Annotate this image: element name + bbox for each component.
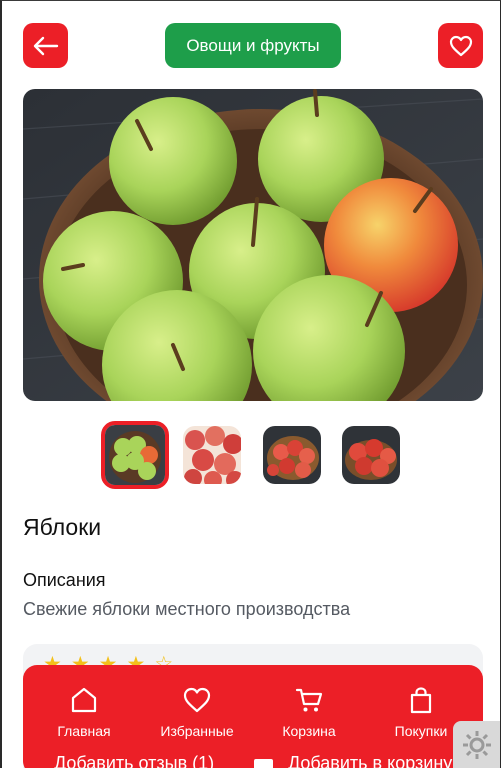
- favorite-button[interactable]: [438, 23, 483, 68]
- description-heading: Описания: [23, 570, 106, 590]
- gallery-thumb[interactable]: [101, 421, 169, 489]
- add-to-cart-link[interactable]: Добавить в корзину: [288, 753, 452, 768]
- image-gallery: [2, 421, 500, 489]
- product-main-image: [23, 89, 483, 401]
- gallery-thumb[interactable]: [183, 426, 241, 484]
- product-title: Яблоки: [23, 514, 102, 540]
- category-button[interactable]: Овощи и фрукты: [165, 23, 341, 68]
- heart-icon: [449, 35, 472, 56]
- gallery-thumb[interactable]: [342, 426, 400, 484]
- heart-icon: [183, 687, 211, 713]
- review-actions-row: Добавить отзыв (1) Добавить в корзину: [2, 751, 500, 768]
- home-icon: [71, 687, 97, 713]
- app-screen: Овощи и фрукты Яблоки Описания Свежие яб…: [0, 0, 501, 768]
- gallery-thumb[interactable]: [263, 426, 321, 484]
- nav-label: Покупки: [394, 723, 448, 739]
- settings-button[interactable]: [453, 721, 500, 768]
- nav-label: Корзина: [282, 723, 336, 739]
- arrow-left-icon: [33, 36, 58, 55]
- nav-item-home[interactable]: Главная: [34, 685, 134, 739]
- add-review-link[interactable]: Добавить отзыв (1): [54, 753, 214, 768]
- nav-item-cart[interactable]: Корзина: [259, 685, 359, 739]
- gear-icon: [463, 731, 491, 759]
- top-bar: Овощи и фрукты: [2, 1, 500, 89]
- category-label: Овощи и фрукты: [186, 35, 320, 55]
- add-to-cart-checkbox[interactable]: [254, 759, 273, 768]
- nav-label: Избранные: [160, 723, 234, 739]
- shopping-bag-icon: [410, 687, 432, 714]
- description-text: Свежие яблоки местного производства: [23, 599, 351, 619]
- nav-label: Главная: [57, 723, 111, 739]
- nav-item-favorites[interactable]: Избранные: [147, 685, 247, 739]
- cart-icon: [295, 688, 323, 712]
- back-button[interactable]: [23, 23, 68, 68]
